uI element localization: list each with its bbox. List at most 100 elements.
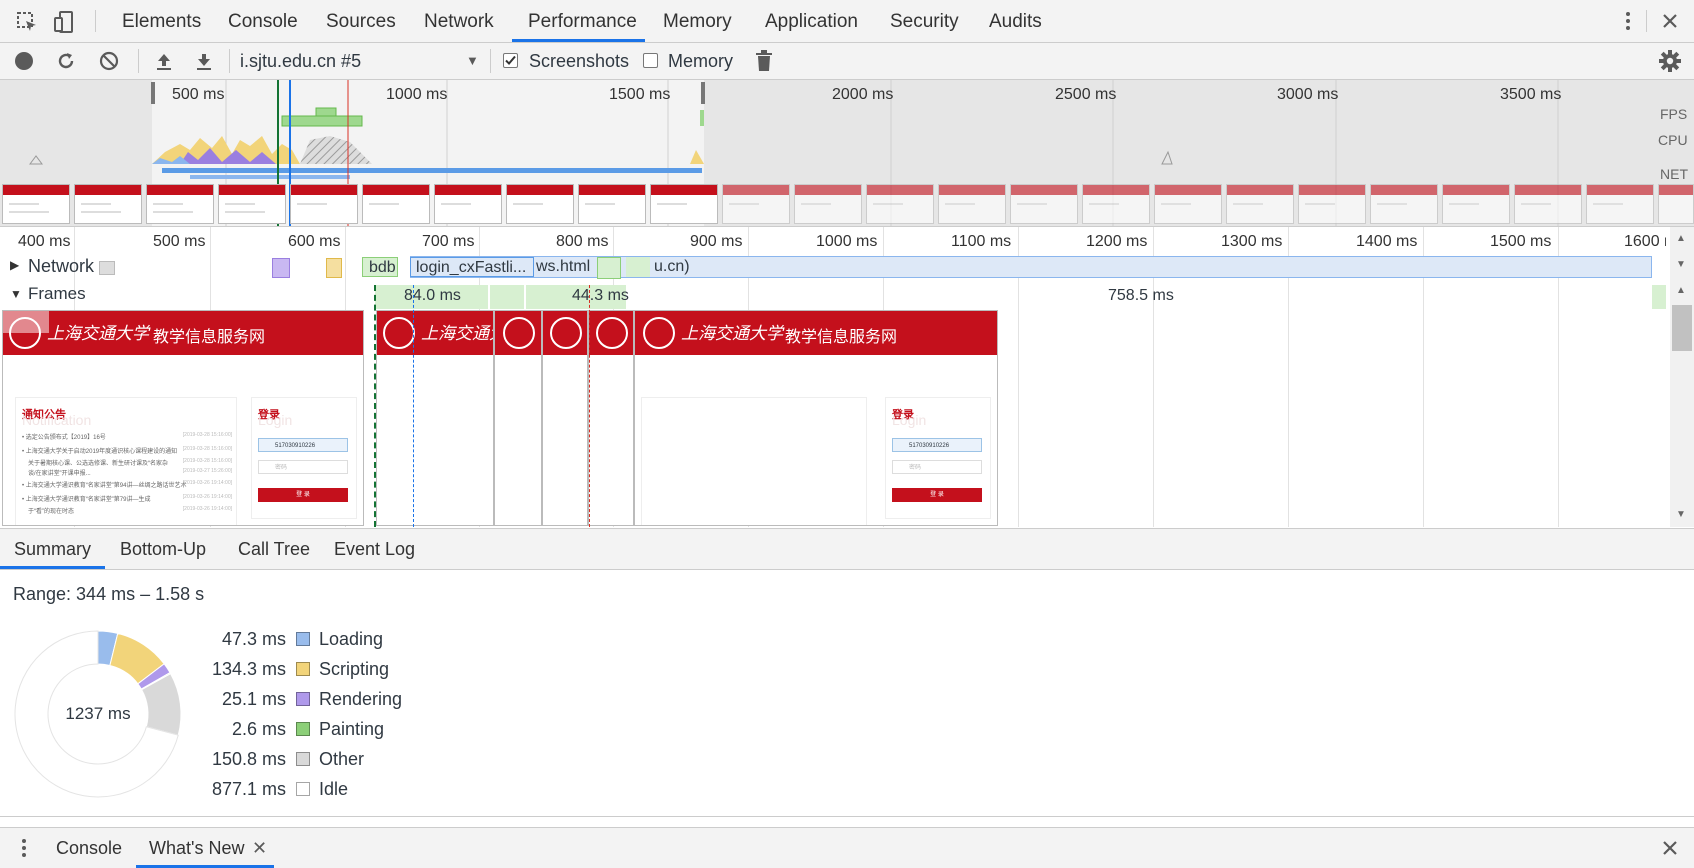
- network-request-bdb[interactable]: bdb: [362, 257, 398, 277]
- notice-date: [2019-03-26 19:14:00]: [182, 506, 232, 512]
- scrollbar-thumb[interactable]: [1672, 305, 1692, 351]
- frame-screenshot[interactable]: 上海交通大学: [376, 310, 494, 526]
- close-devtools-icon[interactable]: [1657, 8, 1683, 34]
- drawer-tab-whats-new[interactable]: What's New ✕: [136, 828, 274, 868]
- network-track-label[interactable]: Network: [28, 256, 94, 277]
- timeline-tick: 1300 ms: [1221, 233, 1283, 250]
- tab-network[interactable]: Network: [424, 0, 494, 42]
- username-field: 517030910226: [892, 438, 982, 452]
- tab-bottom-up[interactable]: Bottom-Up: [120, 529, 206, 569]
- overview-tick: 3000 ms: [1277, 86, 1339, 103]
- frame-screenshot[interactable]: 上海交通大学 教学信息服务网 登录 Login 517030910226 密码 …: [634, 310, 998, 526]
- legend-label: Other: [319, 749, 365, 769]
- frame-block[interactable]: [490, 285, 524, 309]
- network-request-u-cn[interactable]: u.cn): [626, 257, 706, 277]
- university-seal-icon: [383, 317, 415, 349]
- notice-date: [2019-03-26 19:14:00]: [182, 494, 232, 500]
- notice-item: • 上海交通大学通识教育“名家讲堂”第79讲—生成: [22, 497, 151, 503]
- drawer-tab-console[interactable]: Console: [56, 828, 122, 868]
- frame-screenshot[interactable]: 上海交通大学 教学信息服务网 通知公告 Notification • 选定公告颁…: [2, 310, 364, 526]
- tab-memory[interactable]: Memory: [663, 0, 732, 42]
- overview-tick: 2500 ms: [1055, 86, 1117, 103]
- notice-ghost: Notification: [22, 412, 92, 428]
- legend-row-other: 150.8 ms Other: [196, 745, 596, 773]
- screenshot-strip: [0, 184, 1694, 226]
- network-request-bar[interactable]: [597, 257, 621, 279]
- record-icon[interactable]: [12, 49, 36, 73]
- clear-icon[interactable]: [97, 49, 121, 73]
- tab-performance[interactable]: Performance: [512, 0, 645, 42]
- username-field: 517030910226: [258, 438, 348, 452]
- filmstrip-thumb: [1226, 184, 1294, 224]
- network-request-bar[interactable]: [272, 258, 290, 278]
- device-toolbar-icon[interactable]: [52, 9, 78, 35]
- legend-label: Scripting: [319, 659, 390, 679]
- tab-sources[interactable]: Sources: [326, 0, 396, 42]
- memory-checkbox[interactable]: [643, 53, 658, 68]
- filmstrip-thumb: [1082, 184, 1150, 224]
- tab-elements[interactable]: Elements: [122, 0, 201, 42]
- timeline-tick: 1100 ms: [951, 233, 1012, 250]
- notice-item: 谈/在家讲堂”开课申报...: [28, 471, 91, 477]
- frame-screenshot[interactable]: [494, 310, 542, 526]
- login-button: 登 录: [892, 488, 982, 502]
- notice-item: 于“看”的现在时态: [28, 509, 74, 515]
- tab-event-log[interactable]: Event Log: [334, 529, 415, 569]
- close-drawer-icon[interactable]: [1657, 835, 1683, 861]
- filmstrip-thumb: [362, 184, 430, 224]
- network-request-ws-html[interactable]: ws.html: [536, 257, 592, 277]
- scroll-down-icon[interactable]: ▼: [1676, 259, 1686, 270]
- frame-screenshot[interactable]: [588, 310, 634, 526]
- close-tab-icon[interactable]: ✕: [252, 828, 267, 868]
- filmstrip-thumb: [2, 184, 70, 224]
- site-name: 教学信息服务网: [153, 329, 266, 346]
- legend-swatch: [296, 632, 310, 646]
- timeline-overview[interactable]: 500 ms 1000 ms 1500 ms 2000 ms 2500 ms 3…: [0, 80, 1694, 227]
- filmstrip-thumb: [1010, 184, 1078, 224]
- drawer-menu-icon[interactable]: [14, 836, 34, 860]
- drawer-tab-whats-new-label: What's New: [149, 838, 245, 858]
- more-vertical-icon[interactable]: [1616, 8, 1640, 34]
- network-expand-icon[interactable]: ▶: [10, 258, 19, 272]
- tab-audits[interactable]: Audits: [989, 0, 1042, 42]
- tab-call-tree[interactable]: Call Tree: [238, 529, 310, 569]
- frames-collapse-icon[interactable]: ▼: [10, 287, 22, 301]
- profile-select[interactable]: i.sjtu.edu.cn #5 ▼: [240, 43, 480, 79]
- scroll-up-icon[interactable]: ▲: [1676, 285, 1686, 296]
- frame-duration: 758.5 ms: [1108, 287, 1174, 304]
- legend-row-scripting: 134.3 ms Scripting: [196, 655, 596, 683]
- legend-value: 2.6 ms: [231, 719, 286, 739]
- tab-security[interactable]: Security: [890, 0, 959, 42]
- inspect-element-icon[interactable]: [14, 9, 40, 35]
- timeline-tick: 1500 ms: [1490, 233, 1552, 250]
- tab-application[interactable]: Application: [765, 0, 858, 42]
- save-profile-icon[interactable]: [192, 49, 216, 73]
- legend-swatch: [296, 752, 310, 766]
- filmstrip-thumb: [290, 184, 358, 224]
- tab-summary[interactable]: Summary: [0, 529, 105, 569]
- screenshots-checkbox[interactable]: [503, 53, 518, 68]
- scroll-up-icon[interactable]: ▲: [1676, 233, 1686, 244]
- login-box: 登录 Login 517030910226 密码 登 录: [885, 397, 991, 519]
- frame-block[interactable]: [1652, 285, 1666, 309]
- university-name-cn: 上海交通大学: [47, 324, 149, 344]
- timeline-scrollbar[interactable]: ▲ ▼ ▲ ▼: [1670, 227, 1694, 527]
- network-request-login[interactable]: login_cxFastli...: [410, 257, 534, 277]
- network-request-bar[interactable]: [99, 261, 115, 275]
- tab-console[interactable]: Console: [228, 0, 298, 42]
- frames-track-label[interactable]: Frames: [28, 284, 86, 304]
- frame-screenshot[interactable]: [542, 310, 588, 526]
- trash-icon[interactable]: [752, 49, 776, 73]
- scroll-down-icon[interactable]: ▼: [1676, 509, 1686, 520]
- timeline-tick: 1600 ms: [1624, 233, 1666, 250]
- filmstrip-thumb: [722, 184, 790, 224]
- legend-swatch: [296, 782, 310, 796]
- network-request-bar[interactable]: [326, 258, 342, 278]
- reload-record-icon[interactable]: [54, 49, 78, 73]
- timeline-tick: 500 ms: [153, 233, 206, 250]
- dom-content-loaded-marker: [374, 285, 376, 527]
- load-profile-icon[interactable]: [152, 49, 176, 73]
- legend-label: Rendering: [319, 689, 403, 709]
- notice-date: [2019-03-28 15:16:00]: [182, 446, 232, 452]
- capture-settings-gear-icon[interactable]: [1657, 48, 1683, 74]
